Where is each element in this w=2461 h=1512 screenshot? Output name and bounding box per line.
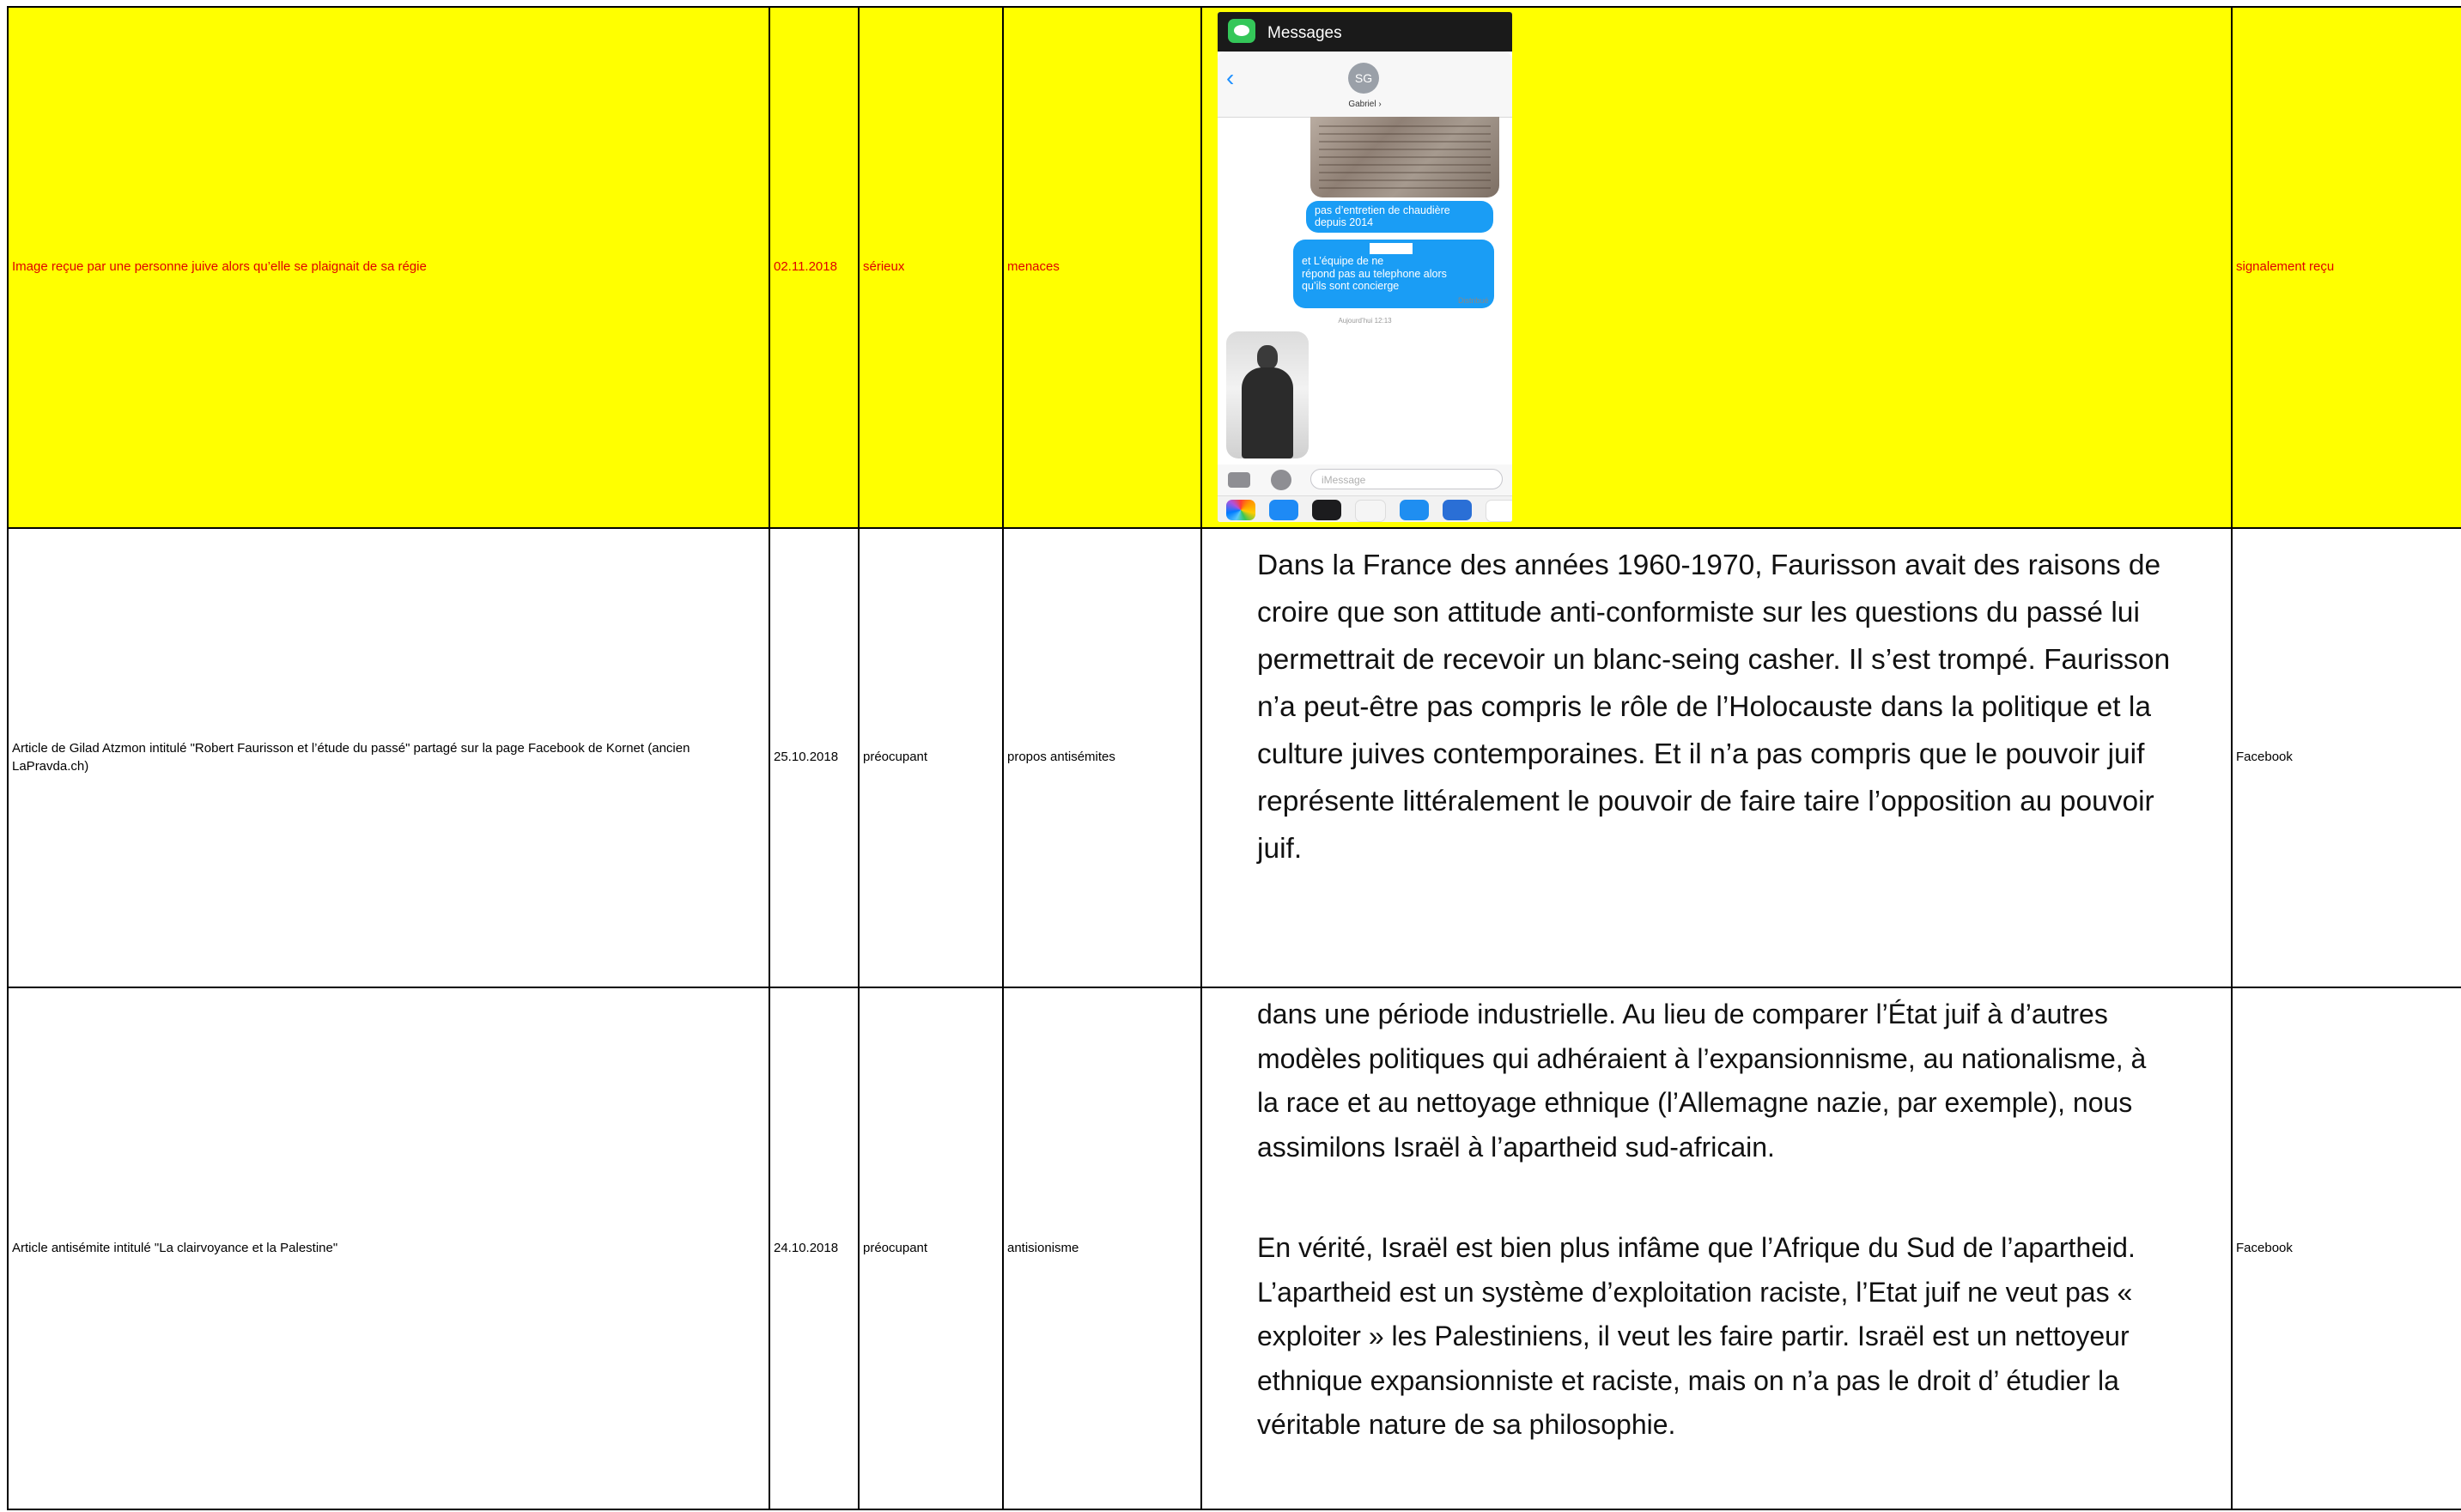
app-drawer [1218,495,1512,522]
compose-bar: iMessage [1218,465,1512,495]
figure-body-shape [1242,367,1293,458]
description-cell[interactable]: Article antisémite intitulé "La clairvoy… [7,987,770,1510]
conversation-header: ‹ SG Gabriel › [1218,52,1512,118]
app-store-icon [1271,470,1291,490]
article-excerpt: En vérité, Israël est bien plus infâme q… [1257,1232,2136,1440]
target-app-icon [1443,500,1472,520]
category-cell[interactable]: antisionisme [1002,987,1202,1510]
app-title: Messages [1267,24,1342,42]
evidence-image-cell[interactable]: Dans la France des années 1960-1970, Fau… [1200,527,2233,988]
report-table: Image reçue par une personne juive alors… [7,6,2461,1510]
contact-name: Gabriel › [1348,100,1382,109]
category-cell[interactable]: propos antisémites [1002,527,1202,988]
imessage-input: iMessage [1310,469,1503,489]
description-cell[interactable]: Image reçue par une personne juive alors… [7,6,770,529]
phone-screenshot: Messages ‹ SG Gabriel › pas d’entretien … [1218,12,1512,522]
camera-icon [1228,472,1250,488]
message-timestamp: Aujourd’hui 12:13 [1338,317,1392,325]
category-cell[interactable]: menaces [1002,6,1202,529]
delivered-status: Distribué [1458,296,1489,305]
music-icon [1355,500,1386,522]
evidence-image-cell[interactable]: dans une période industrielle. Au lieu d… [1200,987,2233,1510]
received-image [1226,331,1309,458]
avatar: SG [1348,63,1379,94]
redaction-box [1370,243,1413,254]
evidence-image-cell[interactable]: Messages ‹ SG Gabriel › pas d’entretien … [1200,6,2233,529]
shazam-icon [1400,500,1429,520]
message-bubble: pas d’entretien de chaudière depuis 2014 [1306,201,1493,233]
article-excerpt: dans une période industrielle. Au lieu d… [1257,999,2147,1163]
source-cell[interactable]: signalement reçu [2231,6,2461,529]
date-cell[interactable]: 24.10.2018 [769,987,860,1510]
gravity-cell[interactable]: préocupant [858,987,1004,1510]
date-cell[interactable]: 25.10.2018 [769,527,860,988]
digital-touch-icon [1312,500,1341,520]
notification-bar: Messages [1218,12,1512,52]
message-bubble-text: et L’équipe de ne répond pas au telephon… [1302,255,1447,293]
imessage-placeholder: iMessage [1322,474,1366,486]
gravity-cell[interactable]: sérieux [858,6,1004,529]
sent-photo-thumbnail [1310,117,1499,197]
source-cell[interactable]: Facebook [2231,527,2461,988]
table-row: Image reçue par une personne juive alors… [7,6,2461,529]
figure-head-shape [1257,345,1278,369]
table-row: Article antisémite intitulé "La clairvoy… [7,987,2461,1510]
photos-app-icon [1226,500,1255,520]
gravity-cell[interactable]: préocupant [858,527,1004,988]
source-cell[interactable]: Facebook [2231,987,2461,1510]
back-chevron-icon: ‹ [1226,64,1235,91]
description-cell[interactable]: Article de Gilad Atzmon intitulé "Robert… [7,527,770,988]
article-excerpt: Dans la France des années 1960-1970, Fau… [1257,550,2171,865]
table-row: Article de Gilad Atzmon intitulé "Robert… [7,527,2461,988]
messages-app-icon [1228,19,1255,43]
app-store-icon [1269,500,1298,520]
date-cell[interactable]: 02.11.2018 [769,6,860,529]
google-icon [1486,500,1512,522]
